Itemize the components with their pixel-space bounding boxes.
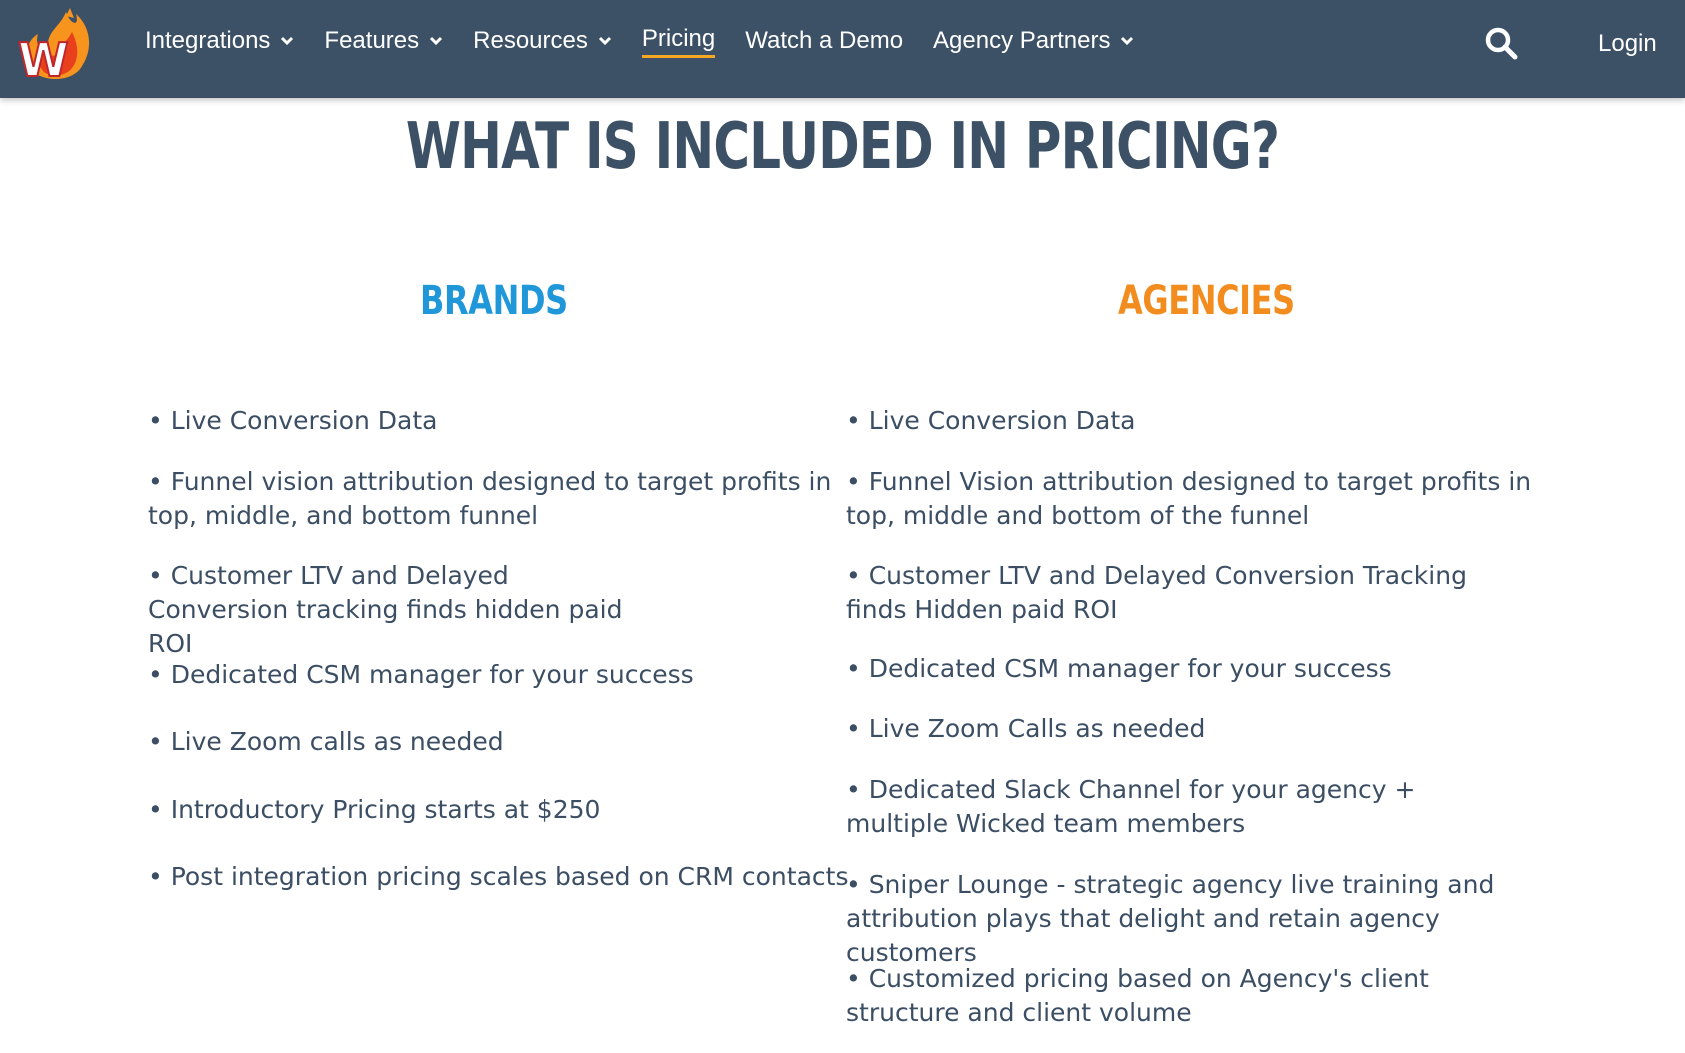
- nav-features-label: Features: [324, 27, 420, 54]
- brands-heading: BRANDS: [420, 278, 568, 324]
- page-title: WHAT IS INCLUDED IN PRICING?: [405, 110, 1280, 184]
- brands-feature-item: • Customer LTV and Delayed Conversion tr…: [148, 561, 623, 658]
- nav-integrations-label: Integrations: [145, 27, 271, 54]
- brands-feature-item: • Post integration pricing scales based …: [148, 862, 849, 891]
- brands-feature-item: • Live Conversion Data: [148, 406, 438, 435]
- nav-resources[interactable]: Resources: [473, 27, 612, 55]
- nav-integrations[interactable]: Integrations: [145, 27, 294, 55]
- main-nav: Integrations Features Resources Pricing …: [145, 0, 1164, 82]
- agencies-feature-item: • Customer LTV and Delayed Conversion Tr…: [846, 561, 1467, 624]
- agencies-feature-item: • Dedicated Slack Channel for your agenc…: [846, 775, 1416, 838]
- chevron-down-icon: [430, 36, 443, 46]
- agencies-heading: AGENCIES: [1118, 278, 1295, 324]
- agencies-feature-item: • Sniper Lounge - strategic agency live …: [846, 870, 1495, 967]
- brands-feature-item: • Live Zoom calls as needed: [148, 727, 504, 756]
- brands-feature-item: • Funnel vision attribution designed to …: [148, 467, 832, 530]
- agencies-feature-item: • Live Zoom Calls as needed: [846, 714, 1206, 743]
- nav-agency-partners-label: Agency Partners: [933, 27, 1111, 54]
- agencies-feature-item: • Funnel Vision attribution designed to …: [846, 467, 1532, 530]
- nav-watch-demo-label: Watch a Demo: [745, 27, 904, 54]
- brands-feature-item: • Dedicated CSM manager for your success: [148, 660, 694, 689]
- chevron-down-icon: [281, 36, 294, 46]
- agencies-feature-item: • Live Conversion Data: [846, 406, 1136, 435]
- chevron-down-icon: [1121, 36, 1134, 46]
- search-icon[interactable]: [1484, 26, 1518, 60]
- wicked-logo[interactable]: W: [14, 4, 96, 86]
- chevron-down-icon: [598, 36, 611, 46]
- agencies-feature-item: • Dedicated CSM manager for your success: [846, 654, 1392, 683]
- nav-resources-label: Resources: [473, 27, 588, 54]
- brands-feature-item: • Introductory Pricing starts at $250: [148, 795, 601, 824]
- logo-letter: W: [18, 33, 69, 86]
- nav-pricing[interactable]: Pricing: [641, 25, 716, 58]
- login-link[interactable]: Login: [1598, 30, 1657, 58]
- agencies-feature-item: • Customized pricing based on Agency's c…: [846, 964, 1429, 1027]
- nav-watch-demo[interactable]: Watch a Demo: [745, 27, 903, 55]
- nav-pricing-label: Pricing: [641, 25, 716, 58]
- nav-features[interactable]: Features: [324, 27, 443, 55]
- top-navbar: W Integrations Features Resources Pricin…: [0, 0, 1685, 98]
- nav-agency-partners[interactable]: Agency Partners: [933, 27, 1134, 55]
